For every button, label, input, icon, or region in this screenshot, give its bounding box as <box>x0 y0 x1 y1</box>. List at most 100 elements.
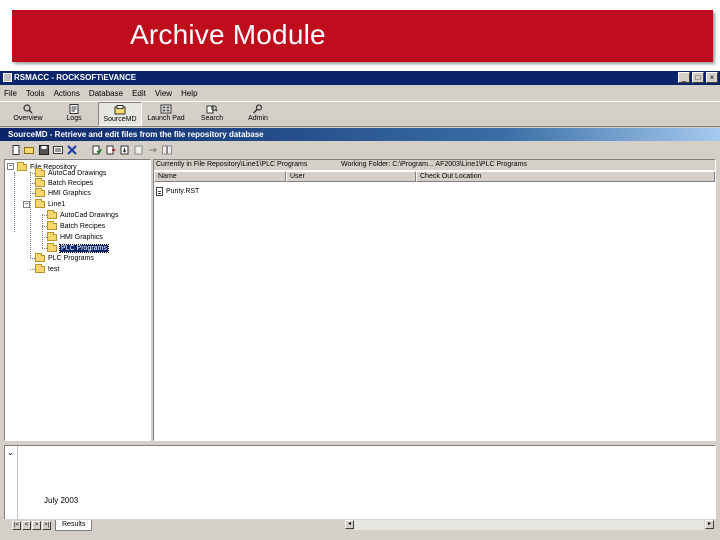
tree-label: PLC Programs <box>48 254 94 262</box>
search-icon <box>206 104 218 114</box>
menu-tools[interactable]: Tools <box>26 89 45 98</box>
folder-icon <box>35 167 45 177</box>
tree-item-test[interactable]: test <box>35 263 60 274</box>
tree-label: Batch Recipes <box>60 222 106 230</box>
tree-item-batch[interactable]: Batch Recipes <box>35 177 93 188</box>
tree-label: AutoCad Drawings <box>48 169 107 177</box>
tree-label: test <box>48 265 60 273</box>
folder-icon <box>47 209 57 219</box>
slide-title: Archive Module <box>130 19 326 50</box>
list-item[interactable]: Purity.RST <box>156 186 199 196</box>
check-in-icon[interactable] <box>91 145 102 156</box>
menu-help[interactable]: Help <box>181 89 197 98</box>
save-icon[interactable] <box>38 145 49 156</box>
folder-icon <box>17 161 27 171</box>
tree-label-selected: PLC Programs <box>59 243 109 253</box>
tree-expander[interactable]: − <box>7 163 14 170</box>
tree-item-line1-autocad[interactable]: AutoCad Drawings <box>47 209 119 220</box>
prev-tab-button[interactable]: < <box>22 520 31 530</box>
horizontal-scrollbar[interactable]: ◂ ▸ <box>344 520 714 530</box>
app-icon <box>3 73 12 83</box>
logs-button[interactable]: Logs <box>52 102 96 126</box>
tree-item-hmi[interactable]: HMI Graphics <box>35 187 91 198</box>
menu-view[interactable]: View <box>155 89 172 98</box>
launch-pad-button[interactable]: Launch Pad <box>144 102 188 126</box>
folder-icon <box>47 231 57 241</box>
menu-file[interactable]: File <box>4 89 17 98</box>
title-banner: Archive Module <box>12 10 713 62</box>
delete-icon[interactable] <box>66 145 77 156</box>
tree-item-line1-batch[interactable]: Batch Recipes <box>47 220 106 231</box>
folder-icon <box>35 263 45 273</box>
folder-icon <box>47 242 57 252</box>
tree-item-autocad[interactable]: AutoCad Drawings <box>35 167 107 178</box>
folder-icon <box>35 198 45 208</box>
maximize-button[interactable]: □ <box>692 72 704 83</box>
minimize-button[interactable]: _ <box>678 72 690 83</box>
scroll-right-button[interactable]: ▸ <box>705 520 714 529</box>
file-list[interactable]: Currently in File Repository\Line1\PLC P… <box>153 159 716 441</box>
column-header-user[interactable]: User <box>286 171 416 182</box>
overview-label: Overview <box>13 115 43 122</box>
first-tab-button[interactable]: |< <box>12 520 21 530</box>
tree-item-plc[interactable]: PLC Programs <box>35 252 94 263</box>
file-icon <box>156 186 163 196</box>
tree-guide <box>42 214 43 248</box>
next-tab-button[interactable]: > <box>32 520 41 530</box>
search-label: Search <box>200 115 224 122</box>
tree-label: HMI Graphics <box>60 233 103 241</box>
menu-actions[interactable]: Actions <box>54 89 80 98</box>
undo-checkout-icon[interactable] <box>133 145 144 156</box>
tree-item-line1-plc[interactable]: PLC Programs <box>47 242 109 253</box>
tree-guide <box>14 172 15 232</box>
history-icon[interactable] <box>147 145 158 156</box>
close-button[interactable]: × <box>706 72 718 83</box>
logs-label: Logs <box>66 115 82 122</box>
overview-icon <box>22 104 34 114</box>
chevron-down-icon[interactable]: ⌄ <box>7 448 17 458</box>
open-folder-icon[interactable] <box>24 145 35 156</box>
tree-label: Line1 <box>48 200 66 208</box>
window-controls: _ □ × <box>678 72 718 83</box>
scroll-track[interactable] <box>354 520 704 530</box>
folder-icon <box>35 187 45 197</box>
folder-tree[interactable]: − File Repository AutoCad Drawings Batch… <box>4 159 151 441</box>
admin-icon <box>252 104 264 114</box>
overview-button[interactable]: Overview <box>6 102 50 126</box>
launch-pad-label: Launch Pad <box>147 115 185 122</box>
window-title: RSMACC - ROCKSOFT\EVANCE <box>14 73 137 82</box>
sourcemd-icon <box>114 105 126 115</box>
working-folder: Working Folder: C:\Program... AF2003\Lin… <box>341 161 527 168</box>
window-titlebar[interactable]: RSMACC - ROCKSOFT\EVANCE _ □ × <box>0 71 720 85</box>
folder-icon <box>35 177 45 187</box>
tree-item-line1-hmi[interactable]: HMI Graphics <box>47 231 103 242</box>
column-header-name[interactable]: Name <box>154 171 286 182</box>
column-header-checkout-location[interactable]: Check Out Location <box>416 171 715 182</box>
menu-database[interactable]: Database <box>89 89 123 98</box>
new-icon[interactable] <box>10 145 21 156</box>
tree-guide <box>30 172 31 258</box>
file-name: Purity.RST <box>166 187 200 195</box>
admin-label: Admin <box>248 115 268 122</box>
menu-bar: File Tools Actions Database Edit View He… <box>0 86 720 100</box>
check-out-icon[interactable] <box>105 145 116 156</box>
module-info-bar: SourceMD - Retrieve and edit files from … <box>0 128 720 141</box>
tree-item-line1[interactable]: Line1 <box>35 198 66 209</box>
admin-button[interactable]: Admin <box>236 102 280 126</box>
search-button[interactable]: Search <box>190 102 234 126</box>
scroll-left-button[interactable]: ◂ <box>345 520 354 529</box>
properties-icon[interactable] <box>52 145 63 156</box>
get-latest-icon[interactable] <box>119 145 130 156</box>
menu-edit[interactable]: Edit <box>132 89 146 98</box>
last-tab-button[interactable]: >| <box>42 520 51 530</box>
list-header: Name User Check Out Location <box>154 171 715 182</box>
logs-icon <box>68 104 80 114</box>
tab-results[interactable]: Results <box>55 519 93 531</box>
tree-label: AutoCad Drawings <box>60 211 119 219</box>
current-location: Currently in File Repository\Line1\PLC P… <box>156 161 308 168</box>
results-divider <box>17 446 18 528</box>
sourcemd-button[interactable]: SourceMD <box>98 102 142 126</box>
compare-icon[interactable] <box>161 145 172 156</box>
results-pane[interactable]: ⌄ July 2003 <box>4 445 716 529</box>
tree-expander[interactable]: − <box>23 201 30 208</box>
